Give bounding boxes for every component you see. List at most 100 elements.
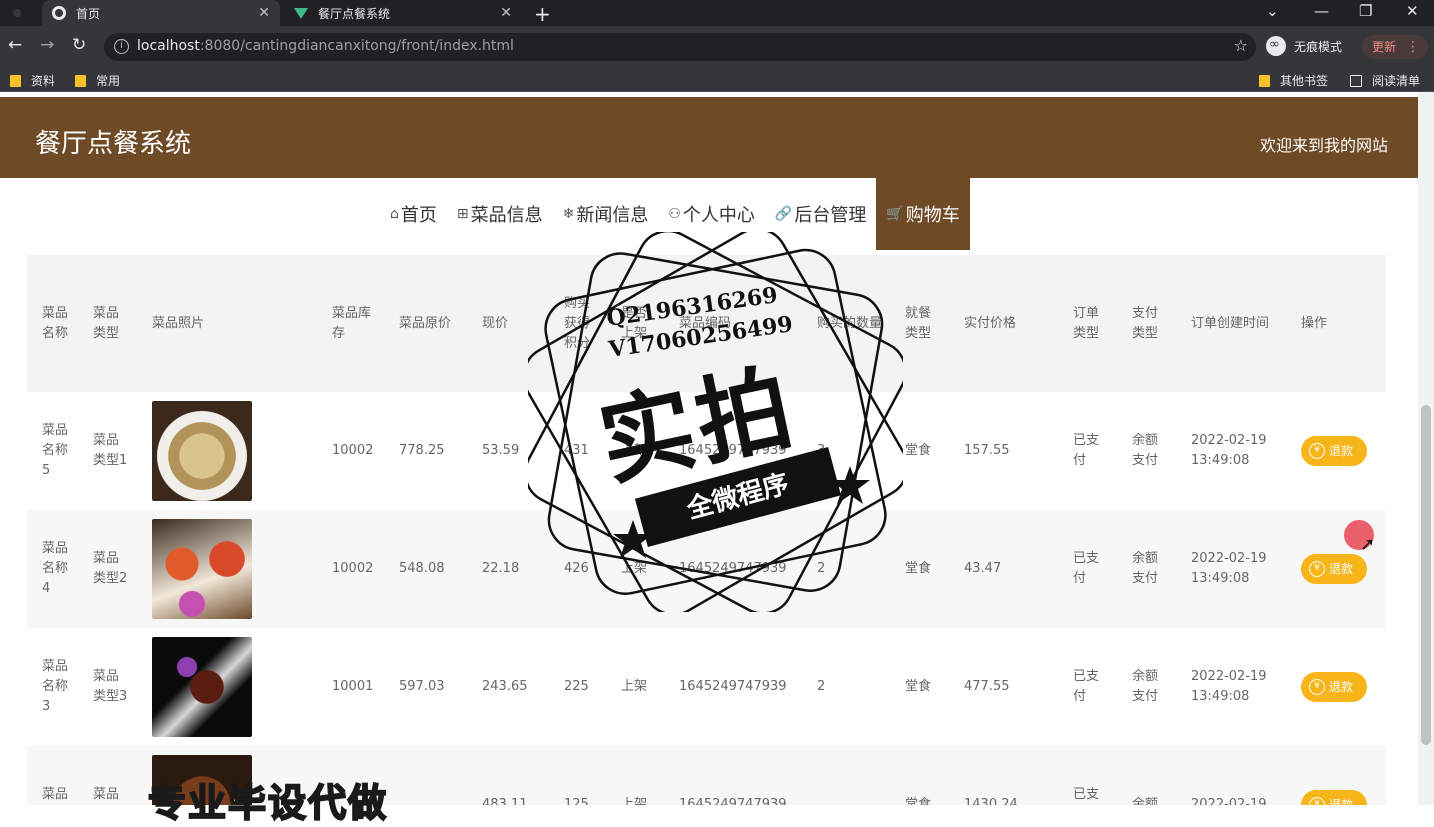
cell-original-price: 597.03 [399, 679, 445, 694]
refund-button[interactable]: ¥ 退款 [1301, 672, 1367, 702]
cell-dish-code: 1645249747939 [679, 443, 787, 458]
site-welcome: 欢迎来到我的网站 [1259, 136, 1388, 155]
cell-stock: 10001 [332, 679, 374, 694]
cell-current-price: 243.65 [482, 679, 528, 694]
cell-pay-type: 余额支付 [1132, 669, 1159, 704]
menu-dots-icon[interactable]: ⋮ [1406, 35, 1420, 59]
main-nav: ⌂ 首页 ⊞ 菜品信息 ❄ 新闻信息 ⚇ 个人中心 🔗 后台管理 🛒 购物车 [380, 178, 970, 250]
url-text[interactable]: localhost:8080/cantingdiancanxitong/fron… [137, 38, 514, 54]
scrollbar-thumb[interactable] [1421, 405, 1431, 745]
page-scrollbar[interactable] [1418, 92, 1434, 805]
nav-dish-info[interactable]: ⊞ 菜品信息 [447, 178, 553, 250]
window-close-icon[interactable]: ✕ [1406, 2, 1419, 20]
nav-news[interactable]: ❄ 新闻信息 [553, 178, 659, 250]
reading-list-icon [1350, 74, 1362, 87]
globe-icon [52, 6, 66, 20]
col-header: 菜品库存 [317, 255, 384, 392]
mouse-cursor-icon: ➚ [1360, 534, 1376, 555]
forward-arrow-icon[interactable]: → [40, 35, 54, 55]
tab-list-chevron-icon[interactable]: ⌄ [1266, 2, 1279, 20]
nav-cart[interactable]: 🛒 购物车 [876, 178, 970, 250]
table-row: 菜品名称3 菜品类型3 10001 597.03 243.65 225 上架 1… [27, 628, 1386, 746]
cell-dine-type: 堂食 [905, 679, 932, 694]
nav-personal-center[interactable]: ⚇ 个人中心 [658, 178, 765, 250]
refund-button[interactable]: ¥ 退款 [1301, 554, 1367, 584]
cell-points: 125 [549, 746, 606, 805]
yen-icon: ¥ [1309, 797, 1325, 805]
bookmark-folder[interactable]: 资料 [10, 72, 55, 89]
incognito-indicator[interactable]: 无痕模式 [1266, 36, 1342, 56]
page-viewport: 餐厅点餐系统 欢迎来到我的网站 ⌂ 首页 ⊞ 菜品信息 ❄ 新闻信息 ⚇ 个人中心 🔗 后… [0, 92, 1418, 805]
nav-admin[interactable]: 🔗 后台管理 [765, 178, 876, 250]
bookmarks-bar: 资料 常用 其他书签 阅读清单 [0, 68, 1434, 92]
folder-icon [75, 74, 86, 87]
table-header-row: 菜品名称 菜品类型 菜品照片 菜品库存 菜品原价 现价 购买获得积分 是否上架 … [27, 255, 1386, 392]
new-tab-plus-icon[interactable]: + [534, 2, 551, 26]
cell-created-time: 2022-02-19 13:49:08 [1191, 433, 1267, 468]
refund-button[interactable]: ¥ 退款 [1301, 436, 1367, 466]
cell-created-time: 2022-02-19 13:49:08 [1191, 669, 1267, 704]
cell-paid-price: 157.55 [964, 443, 1010, 458]
close-icon[interactable]: ✕ [500, 5, 512, 21]
col-header: 购买获得积分 [549, 255, 606, 392]
dish-photo-image[interactable] [152, 637, 252, 737]
cell-dish-name: 菜品名称3 [42, 659, 69, 714]
reload-icon[interactable]: ↻ [72, 35, 86, 55]
snowflake-icon: ❄ [562, 206, 575, 222]
yen-icon: ¥ [1309, 679, 1325, 695]
col-header: 现价 [467, 255, 549, 392]
yen-icon: ¥ [1309, 443, 1325, 459]
cell-dish-name: 菜品名称4 [27, 510, 78, 628]
dish-photo-image[interactable] [152, 519, 252, 619]
col-header: 就餐类型 [890, 255, 949, 392]
cell-current-price: 53.59 [482, 443, 520, 458]
cell-dish-code: 1645249747939 [664, 746, 802, 805]
link-icon: 🔗 [774, 206, 793, 222]
update-button[interactable]: 更新 ⋮ [1362, 35, 1428, 59]
cell-quantity: 2 [817, 679, 826, 694]
cell-dish-type: 菜品类型1 [93, 433, 128, 468]
minimize-icon[interactable]: — [1314, 2, 1329, 20]
cell-original-price: 778.25 [399, 443, 445, 458]
cell-on-shelf: 上架 [606, 746, 664, 805]
tab-home[interactable]: 首页 ✕ [42, 0, 280, 26]
cell-dine-type: 堂食 [890, 510, 949, 628]
cell-points: 426 [549, 510, 606, 628]
cell-stock: 10002 [317, 510, 384, 628]
bookmark-star-icon[interactable]: ☆ [1234, 36, 1248, 55]
table-row: 菜品名称5 菜品类型1 10002 778.25 53.59 431 上架 16… [27, 392, 1386, 510]
tab-restaurant[interactable]: 餐厅点餐系统 ✕ [284, 0, 522, 26]
cell-pay-type: 余额支付 [1117, 510, 1176, 628]
col-header: 菜品照片 [137, 255, 317, 392]
cell-quantity [802, 746, 890, 805]
col-header: 实付价格 [949, 255, 1058, 392]
reading-list[interactable]: 阅读清单 [1350, 72, 1420, 89]
tab-title: 首页 [76, 6, 101, 21]
dish-photo-image[interactable] [152, 401, 252, 501]
cell-action: ¥ 退款 [1286, 628, 1386, 746]
cart-icon: 🛒 [886, 206, 904, 222]
col-header: 订单创建时间 [1176, 255, 1286, 392]
col-header: 菜品编码 [664, 255, 802, 392]
site-info-icon[interactable]: i [114, 39, 129, 54]
other-bookmarks[interactable]: 其他书签 [1259, 72, 1328, 89]
cell-order-type: 已支付 [1073, 669, 1100, 704]
address-bar[interactable]: i localhost:8080/cantingdiancanxitong/fr… [104, 33, 1256, 61]
incognito-icon [1266, 36, 1286, 56]
nav-home[interactable]: ⌂ 首页 [380, 178, 447, 250]
browser-toolbar: ← → ↻ i localhost:8080/cantingdiancanxit… [0, 26, 1434, 68]
cell-order-type: 已支付 [1058, 510, 1117, 628]
refund-button[interactable]: ¥ 退款 [1301, 790, 1367, 805]
cell-dish-photo [137, 510, 317, 628]
bookmark-folder[interactable]: 常用 [75, 72, 120, 89]
close-icon[interactable]: ✕ [258, 5, 270, 21]
cell-on-shelf: 上架 [606, 510, 664, 628]
cell-dish-type: 菜品类型3 [93, 669, 128, 704]
site-header: 餐厅点餐系统 欢迎来到我的网站 [0, 97, 1418, 178]
user-icon: ⚇ [668, 206, 681, 222]
tab-search-button[interactable] [0, 0, 21, 26]
site-title: 餐厅点餐系统 [35, 129, 192, 159]
folder-icon [10, 74, 21, 87]
back-arrow-icon[interactable]: ← [8, 35, 22, 55]
restore-icon[interactable]: ❐ [1359, 2, 1372, 20]
